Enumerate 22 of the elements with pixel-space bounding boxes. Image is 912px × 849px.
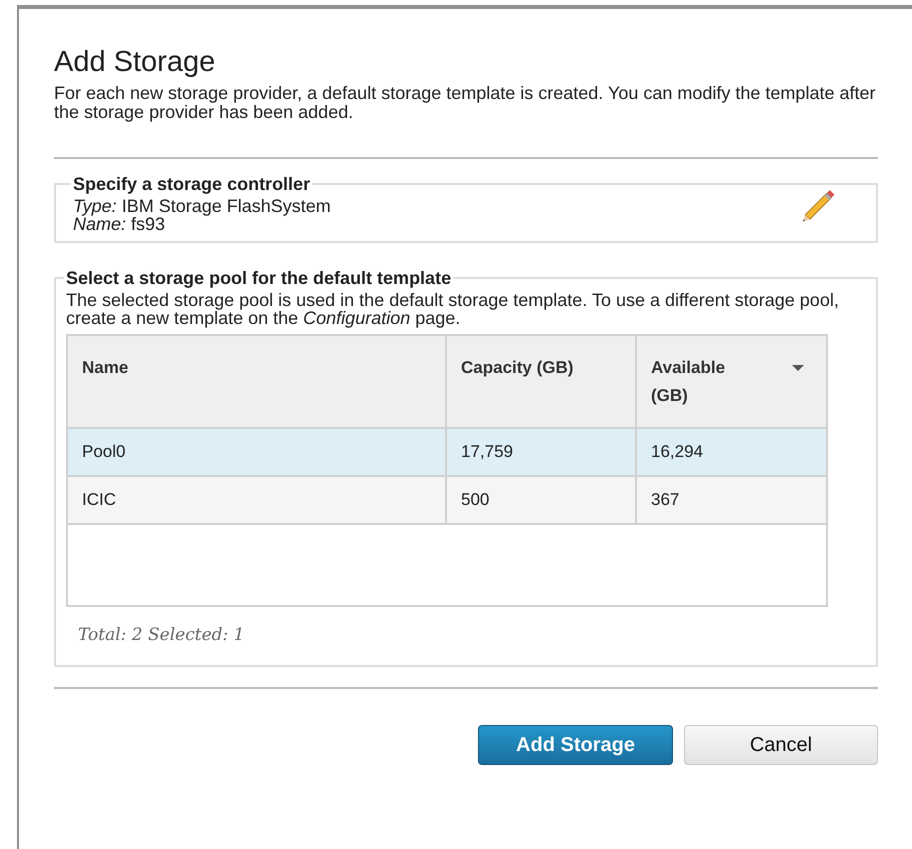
table-cell: 16,294 [636, 428, 826, 476]
table-summary: Total: 2 Selected: 1 [78, 624, 246, 648]
table-cell: ICIC [68, 476, 446, 524]
dialog-description: For each new storage provider, a default storage template is created. You can modify the template after the storage provider has been added. [54, 84, 876, 122]
table-cell: 500 [446, 476, 636, 524]
add-storage-button[interactable]: Add Storage [478, 724, 673, 765]
dialog-title: Add Storage [54, 45, 216, 80]
table-cell: 17,759 [446, 428, 636, 476]
controller-detail: Type: IBM Storage FlashSystem [73, 196, 332, 215]
table-row[interactable]: ICIC 500 367 [68, 476, 826, 524]
column-header[interactable]: Available (GB) [636, 336, 826, 428]
pool-description: The selected storage pool is used in the default storage template. To use a different storage pool, create a new template on the Configuration page. [66, 290, 840, 328]
section-legend: Specify a storage controller [71, 174, 312, 193]
column-header[interactable]: Capacity (GB) [446, 336, 636, 428]
sort-caret-icon [792, 364, 804, 372]
table-cell: 367 [636, 476, 826, 524]
cancel-button[interactable]: Cancel [684, 724, 878, 765]
column-header[interactable]: Name [68, 336, 446, 428]
table-row[interactable]: Pool0 17,759 16,294 [68, 428, 826, 476]
table-cell: Pool0 [68, 428, 446, 476]
section-legend: Select a storage pool for the default template [64, 268, 454, 287]
controller-detail: Name: fs93 [73, 214, 166, 233]
